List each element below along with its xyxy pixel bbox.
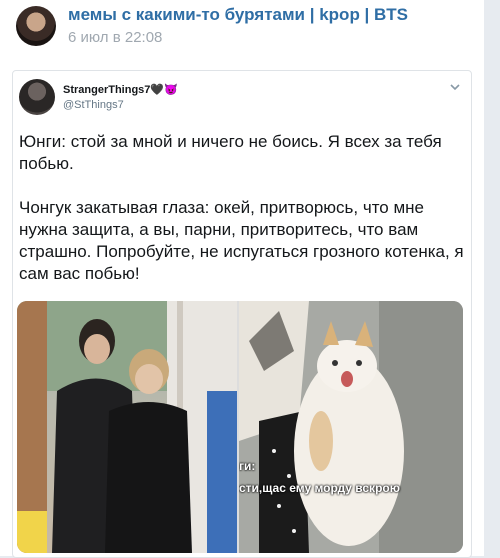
photo-bts-members-drawing: [17, 301, 237, 553]
tweet-paragraph: Чонгук закатывая глаза: окей, притворюсь…: [19, 198, 464, 283]
tweet-display-name[interactable]: StrangerThings7🖤😈: [63, 83, 178, 96]
photo-bts-members[interactable]: [17, 301, 237, 553]
channel-title[interactable]: мемы с какими-то бурятами | kpop | BTS: [68, 5, 408, 25]
tweet-avatar[interactable]: [19, 79, 55, 115]
tweet-text: Юнги: стой за мной и ничего не боись. Я …: [19, 131, 465, 307]
channel-avatar[interactable]: [16, 6, 56, 46]
post-date[interactable]: 6 июл в 22:08: [68, 29, 162, 46]
tweet-card[interactable]: StrangerThings7🖤😈 @StThings7 Юнги: стой …: [12, 70, 472, 558]
photo-cat-drawing: [239, 301, 463, 553]
photo-cat[interactable]: ги: сти,щас ему морду вскрою: [239, 301, 463, 553]
meme-caption-line1: ги:: [239, 459, 256, 473]
post-card: мемы с какими-то бурятами | kpop | BTS 6…: [0, 0, 484, 558]
tweet-media[interactable]: ги: сти,щас ему морду вскрою: [17, 301, 463, 553]
tweet-handle[interactable]: @StThings7: [63, 99, 124, 111]
chevron-down-icon[interactable]: [449, 81, 461, 93]
meme-caption-line2: сти,щас ему морду вскрою: [239, 481, 400, 495]
tweet-paragraph: Юнги: стой за мной и ничего не боись. Я …: [19, 132, 442, 173]
